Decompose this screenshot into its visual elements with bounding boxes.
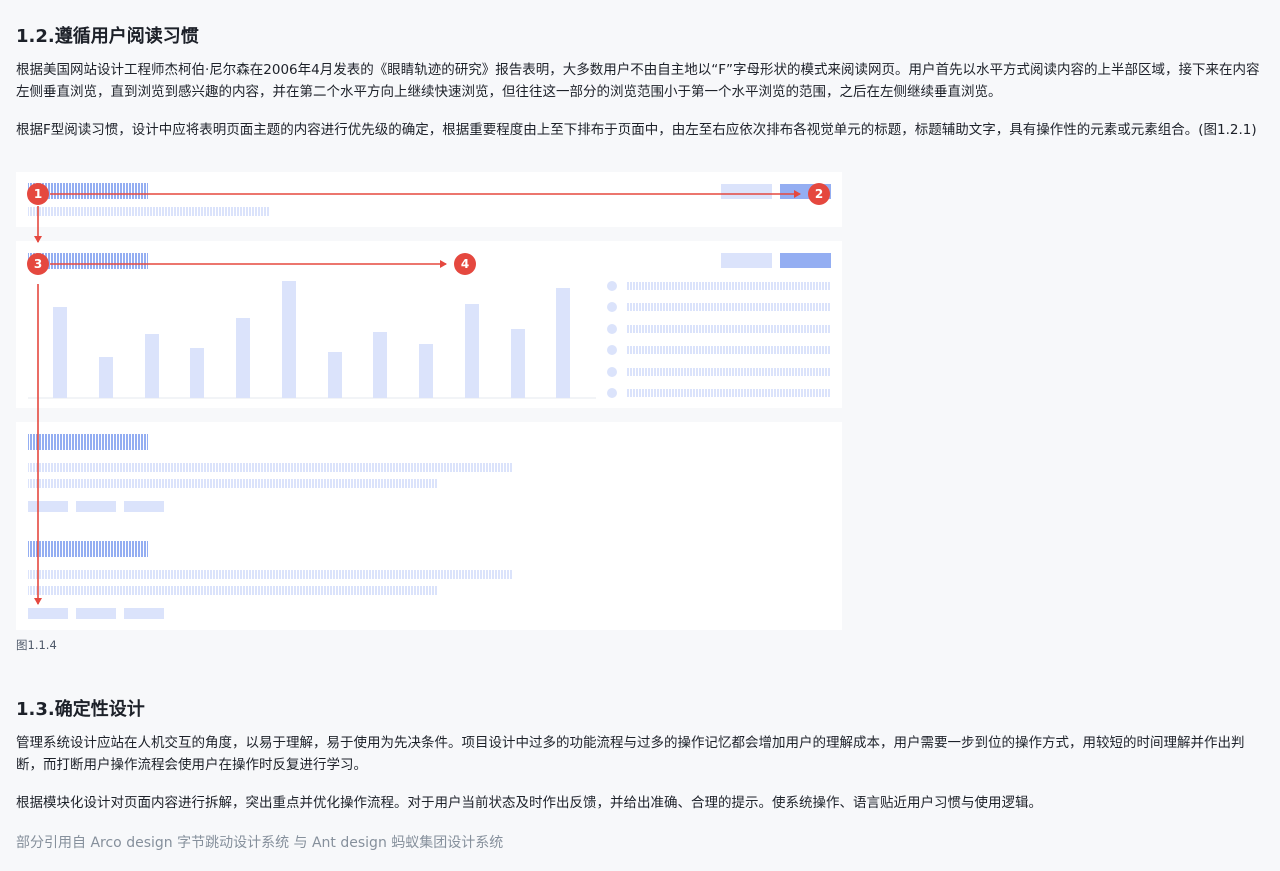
header-subtitle-placeholder (28, 207, 269, 216)
legend-text-placeholder (627, 346, 831, 354)
list-line-placeholder (28, 479, 437, 488)
list-tag-placeholder (28, 501, 68, 512)
marker-4-label: 4 (461, 257, 469, 271)
legend-dot (607, 367, 617, 377)
legend-text-placeholder (627, 303, 831, 311)
marker-1: 1 (27, 183, 49, 205)
figure-caption: 图1.1.4 (16, 638, 57, 652)
chart-bar (190, 348, 204, 398)
legend-text-placeholder (627, 368, 831, 376)
legend-dot (607, 281, 617, 291)
marker-3: 3 (27, 253, 49, 275)
marker-3-label: 3 (34, 257, 42, 271)
legend-dot (607, 388, 617, 398)
chart-bar (53, 307, 67, 398)
list-tag-placeholder (28, 608, 68, 619)
legend-dot (607, 302, 617, 312)
legend-text-placeholder (627, 325, 831, 333)
chart-bar (373, 332, 387, 398)
paragraph-ease-of-use: 管理系统设计应站在人机交互的角度，以易于理解，易于使用为先决条件。项目设计中过多… (16, 735, 1245, 773)
list-line-placeholder (28, 586, 437, 595)
list-wireframe (28, 434, 512, 619)
list-tag-placeholder (76, 501, 116, 512)
chart-bar (419, 344, 433, 398)
chart-bar (236, 318, 250, 398)
marker-2: 2 (808, 183, 830, 205)
chart-bar (328, 352, 342, 398)
header-secondary-button-placeholder (721, 184, 772, 199)
legend-dot (607, 345, 617, 355)
header-wireframe (28, 183, 831, 216)
marker-2-label: 2 (815, 187, 823, 201)
chart-bar (99, 357, 113, 398)
chart-legend-list (607, 281, 831, 398)
chart-bar (282, 281, 296, 398)
chart-wireframe (28, 253, 831, 399)
list-tag-placeholder (124, 501, 164, 512)
source-footnote: 部分引用自 Arco design 字节跳动设计系统 与 Ant design … (16, 835, 504, 851)
list-line-placeholder (28, 463, 512, 472)
list-tag-placeholder (76, 608, 116, 619)
list-group-title-placeholder (28, 434, 148, 450)
section-title-determinism: 1.3.确定性设计 (16, 699, 145, 720)
marker-4: 4 (454, 253, 476, 275)
legend-text-placeholder (627, 389, 831, 397)
chart-bar (465, 304, 479, 398)
chart-bar (511, 329, 525, 398)
f-pattern-arrows (34, 190, 801, 605)
list-line-placeholder (28, 570, 512, 579)
legend-text-placeholder (627, 282, 831, 290)
list-group-title-placeholder (28, 541, 148, 557)
chart-secondary-button-placeholder (721, 253, 772, 268)
marker-1-label: 1 (34, 187, 42, 201)
chart-bar (556, 288, 570, 398)
document-page: 1.2.遵循用户阅读习惯 根据美国网站设计工程师杰柯伯·尼尔森在2006年4月发… (0, 0, 1280, 871)
paragraph-modular-design: 根据模块化设计对页面内容进行拆解，突出重点并优化操作流程。对于用户当前状态及时作… (16, 795, 1042, 811)
chart-primary-button-placeholder (780, 253, 831, 268)
legend-dot (607, 324, 617, 334)
chart-bar (145, 334, 159, 398)
list-tag-placeholder (124, 608, 164, 619)
